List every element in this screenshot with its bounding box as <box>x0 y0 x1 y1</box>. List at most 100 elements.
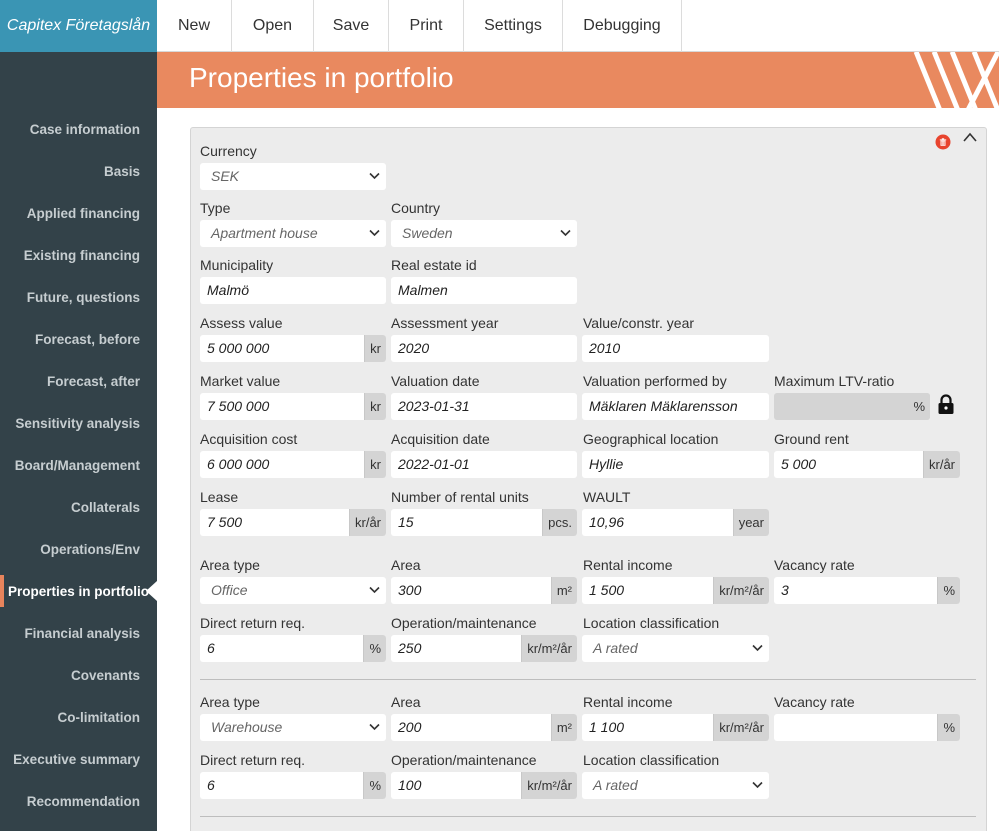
location-class-select[interactable]: A rated <box>582 772 769 799</box>
valuation-by-label: Valuation performed by <box>583 373 727 389</box>
vacancy-rate-input[interactable]: % <box>774 714 960 741</box>
direct-return-input[interactable]: 6 % <box>200 635 386 662</box>
new-button[interactable]: New <box>157 0 232 52</box>
wault-input[interactable]: 10,96 year <box>582 509 769 536</box>
geo-location-label: Geographical location <box>583 431 719 447</box>
chevron-down-icon <box>752 644 763 652</box>
sidebar-item-board-management[interactable]: Board/Management <box>0 449 157 481</box>
geo-location-input[interactable]: Hyllie <box>582 451 769 478</box>
vacancy-rate-value: 3 <box>781 582 789 598</box>
sidebar-item-sensitivity-analysis[interactable]: Sensitivity analysis <box>0 407 157 439</box>
operation-label: Operation/maintenance <box>391 615 537 631</box>
rental-units-value: 15 <box>398 514 414 530</box>
acquisition-cost-label: Acquisition cost <box>200 431 298 447</box>
direct-return-input[interactable]: 6 % <box>200 772 386 799</box>
valuation-by-value: Mäklaren Mäklarensson <box>589 398 738 414</box>
municipality-value: Malmö <box>207 282 250 298</box>
open-button[interactable]: Open <box>232 0 314 52</box>
active-indicator-arrow <box>146 581 157 601</box>
debugging-button[interactable]: Debugging <box>563 0 682 52</box>
operation-value: 250 <box>398 640 422 656</box>
rental-units-input[interactable]: 15 pcs. <box>391 509 577 536</box>
max-ltv-value <box>774 393 908 420</box>
rental-income-value: 1 100 <box>589 719 625 735</box>
value-constr-year-input[interactable]: 2010 <box>582 335 769 362</box>
sidebar-item-recommendation[interactable]: Recommendation <box>0 785 157 817</box>
unit-kr: kr <box>364 451 386 478</box>
trash-icon[interactable] <box>935 134 951 150</box>
unit-percent: % <box>937 714 960 741</box>
direct-return-label: Direct return req. <box>200 752 306 768</box>
sidebar-item-operations-env[interactable]: Operations/Env <box>0 533 157 565</box>
unit-pcs: pcs. <box>542 509 577 536</box>
operation-input[interactable]: 100 kr/m²/år <box>391 772 577 799</box>
sidebar-item-applied-financing[interactable]: Applied financing <box>0 197 157 229</box>
print-button[interactable]: Print <box>389 0 464 52</box>
location-class-value: A rated <box>593 640 638 656</box>
vacancy-rate-input[interactable]: 3 % <box>774 577 960 604</box>
save-button[interactable]: Save <box>314 0 389 52</box>
assess-value-input[interactable]: 5 000 000 kr <box>200 335 386 362</box>
real-estate-id-value: Malmen <box>398 282 448 298</box>
sidebar-item-case-information[interactable]: Case information <box>0 113 157 145</box>
brand-logo-icon <box>913 52 999 108</box>
unit-year: year <box>732 509 769 536</box>
sidebar-item-covenants[interactable]: Covenants <box>0 659 157 691</box>
page-title: Properties in portfolio <box>189 62 454 93</box>
valuation-by-input[interactable]: Mäklaren Mäklarensson <box>582 393 769 420</box>
currency-select[interactable]: SEK <box>200 163 386 190</box>
valuation-date-value: 2023-01-31 <box>398 398 470 414</box>
sidebar-item-future-questions[interactable]: Future, questions <box>0 281 157 313</box>
location-class-select[interactable]: A rated <box>582 635 769 662</box>
sidebar-item-collaterals[interactable]: Collaterals <box>0 491 157 523</box>
value-constr-year-value: 2010 <box>589 340 621 356</box>
sidebar-item-executive-summary[interactable]: Executive summary <box>0 743 157 775</box>
operation-input[interactable]: 250 kr/m²/år <box>391 635 577 662</box>
sidebar-item-forecast-after[interactable]: Forecast, after <box>0 365 157 397</box>
assessment-year-input[interactable]: 2020 <box>391 335 577 362</box>
top-menu: New Open Save Print Settings Debugging <box>157 0 999 52</box>
type-select[interactable]: Apartment house <box>200 220 386 247</box>
lease-input[interactable]: 7 500 kr/år <box>200 509 386 536</box>
chevron-down-icon <box>369 229 380 237</box>
operation-value: 100 <box>398 777 422 793</box>
acquisition-date-input[interactable]: 2022-01-01 <box>391 451 577 478</box>
municipality-input[interactable]: Malmö <box>200 277 386 304</box>
rental-income-input[interactable]: 1 100 kr/m²/år <box>582 714 769 741</box>
ground-rent-input[interactable]: 5 000 kr/år <box>774 451 960 478</box>
settings-button[interactable]: Settings <box>464 0 563 52</box>
valuation-date-input[interactable]: 2023-01-31 <box>391 393 577 420</box>
acquisition-cost-input[interactable]: 6 000 000 kr <box>200 451 386 478</box>
chevron-up-icon[interactable] <box>962 131 978 143</box>
unit-percent: % <box>363 772 386 799</box>
area-type-select[interactable]: Warehouse <box>200 714 386 741</box>
sidebar-item-co-limitation[interactable]: Co-limitation <box>0 701 157 733</box>
lock-icon[interactable] <box>937 394 955 415</box>
rental-income-input[interactable]: 1 500 kr/m²/år <box>582 577 769 604</box>
area-input[interactable]: 200 m² <box>391 714 577 741</box>
rental-income-label: Rental income <box>583 694 673 710</box>
unit-percent: % <box>363 635 386 662</box>
max-ltv-label: Maximum LTV-ratio <box>774 373 895 389</box>
acquisition-cost-value: 6 000 000 <box>207 456 270 472</box>
sidebar-item-existing-financing[interactable]: Existing financing <box>0 239 157 271</box>
vacancy-rate-label: Vacancy rate <box>774 557 855 573</box>
area-type-select[interactable]: Office <box>200 577 386 604</box>
real-estate-id-input[interactable]: Malmen <box>391 277 577 304</box>
sidebar-item-financial-analysis[interactable]: Financial analysis <box>0 617 157 649</box>
direct-return-value: 6 <box>207 640 215 656</box>
country-label: Country <box>391 200 441 216</box>
chevron-down-icon <box>369 172 380 180</box>
wault-value: 10,96 <box>589 514 625 530</box>
vacancy-rate-value <box>774 714 937 741</box>
sidebar-item-properties-in-portfolio[interactable]: Properties in portfolio <box>0 575 157 607</box>
market-value-input[interactable]: 7 500 000 kr <box>200 393 386 420</box>
value-constr-year-label: Value/constr. year <box>583 315 695 331</box>
area-input[interactable]: 300 m² <box>391 577 577 604</box>
sidebar-item-forecast-before[interactable]: Forecast, before <box>0 323 157 355</box>
unit-kr-per-year: kr/år <box>349 509 386 536</box>
area-type-value: Warehouse <box>211 719 283 735</box>
sidebar-item-basis[interactable]: Basis <box>0 155 157 187</box>
location-class-value: A rated <box>593 777 638 793</box>
country-select[interactable]: Sweden <box>391 220 577 247</box>
